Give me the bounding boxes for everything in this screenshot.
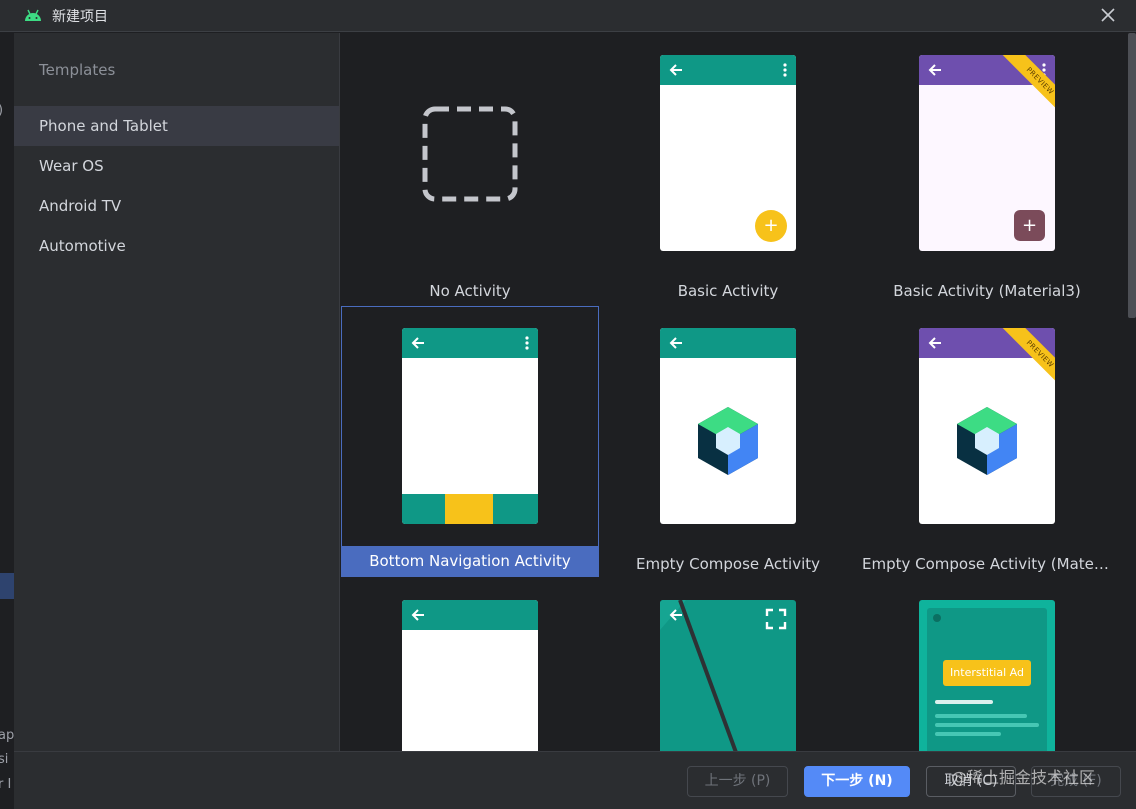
template-label: Empty Compose Activity (Material... [862, 555, 1116, 573]
previous-button[interactable]: 上一步 (P) [687, 766, 788, 797]
gallery-scrollbar[interactable] [1128, 33, 1136, 318]
background-text: si [0, 752, 9, 767]
bottom-navigation-bar [402, 494, 538, 524]
cancel-button[interactable]: 取消 (C) [926, 766, 1016, 797]
template-preview [660, 600, 796, 751]
background-text: ap [0, 728, 14, 743]
ad-container: Interstitial Ad [927, 608, 1047, 751]
android-icon [25, 9, 41, 21]
preview-badge: PREVIEW [1002, 328, 1055, 388]
bottom-navigation-selected-item [445, 494, 493, 524]
background-text: r I [0, 777, 12, 792]
back-arrow-icon [928, 64, 941, 76]
template-preview: PREVIEW + [919, 55, 1055, 251]
next-button[interactable]: 下一步 (N) [804, 766, 910, 797]
ad-text-line [935, 723, 1039, 727]
sidebar-item-automotive[interactable]: Automotive [14, 226, 339, 266]
app-bar [660, 328, 796, 358]
jetpack-compose-icon [957, 407, 1017, 475]
back-arrow-icon [928, 337, 941, 349]
app-bar [402, 600, 538, 630]
template-preview [660, 328, 796, 524]
template-preview: + [660, 55, 796, 251]
template-empty-compose-activity-material3[interactable]: PREVIEW Empty Compose Activity (Material… [858, 306, 1116, 577]
back-arrow-icon [411, 337, 424, 349]
back-arrow-icon [669, 64, 682, 76]
template-label: Empty Compose Activity [635, 555, 820, 573]
sidebar-item-wear-os[interactable]: Wear OS [14, 146, 339, 186]
sidebar-item-android-tv[interactable]: Android TV [14, 186, 339, 226]
finish-button[interactable]: 完成 (F) [1031, 766, 1121, 797]
close-icon[interactable] [1098, 5, 1118, 25]
fab-plus-icon: + [1014, 210, 1045, 241]
template-preview: PREVIEW [919, 328, 1055, 524]
background-selection [0, 573, 14, 599]
ad-text-line [935, 732, 1001, 736]
template-bottom-navigation-activity[interactable]: Bottom Navigation Activity [341, 306, 599, 577]
template-fullscreen-activity[interactable] [599, 578, 857, 751]
background-text: ) [0, 103, 3, 118]
interstitial-ad-badge: Interstitial Ad [943, 660, 1031, 686]
back-arrow-icon [669, 609, 682, 621]
sidebar-heading: Templates [39, 61, 116, 79]
template-interstitial-ad[interactable]: Interstitial Ad [858, 578, 1116, 751]
template-empty-activity[interactable] [341, 578, 599, 751]
ad-text-line [935, 714, 1027, 718]
title-bar: 新建项目 [0, 0, 1136, 32]
dialog-footer: 上一步 (P) 下一步 (N) 取消 (C) 完成 (F) @稀土掘金技术社区 [14, 751, 1136, 809]
preview-ribbon: PREVIEW [995, 328, 1055, 388]
template-label: Basic Activity (Material3) [893, 282, 1081, 300]
template-gallery: No Activity + Basic Activity PREVIEW + B… [341, 33, 1136, 751]
ad-text-line [935, 700, 993, 704]
template-preview: Interstitial Ad [919, 600, 1055, 751]
jetpack-compose-icon [698, 407, 758, 475]
template-basic-activity-material3[interactable]: PREVIEW + Basic Activity (Material3) [858, 33, 1116, 304]
dashed-square-icon [422, 106, 518, 202]
fab-plus-icon: + [755, 210, 787, 242]
sidebar-item-phone-and-tablet[interactable]: Phone and Tablet [14, 106, 339, 146]
template-category-sidebar: Templates Phone and Tablet Wear OS Andro… [14, 33, 340, 751]
app-bar [660, 55, 796, 85]
window-title: 新建项目 [52, 9, 108, 25]
camera-dot [933, 614, 941, 622]
template-no-activity[interactable]: No Activity [341, 33, 599, 304]
template-preview [402, 328, 538, 524]
template-label: Basic Activity [677, 282, 779, 300]
template-basic-activity[interactable]: + Basic Activity [599, 33, 857, 304]
template-label: Bottom Navigation Activity [341, 546, 599, 577]
overflow-menu-icon [525, 336, 529, 350]
preview-ribbon: PREVIEW [995, 55, 1055, 115]
back-arrow-icon [411, 609, 424, 621]
back-arrow-icon [669, 337, 682, 349]
background-ide-strip: ) ap si r I [0, 33, 14, 809]
preview-badge: PREVIEW [1002, 55, 1055, 115]
template-label: No Activity [429, 282, 511, 300]
overflow-menu-icon [783, 63, 787, 77]
fullscreen-icon [765, 608, 787, 630]
template-preview [402, 600, 538, 751]
template-empty-compose-activity[interactable]: Empty Compose Activity [599, 306, 857, 577]
app-bar [402, 328, 538, 358]
